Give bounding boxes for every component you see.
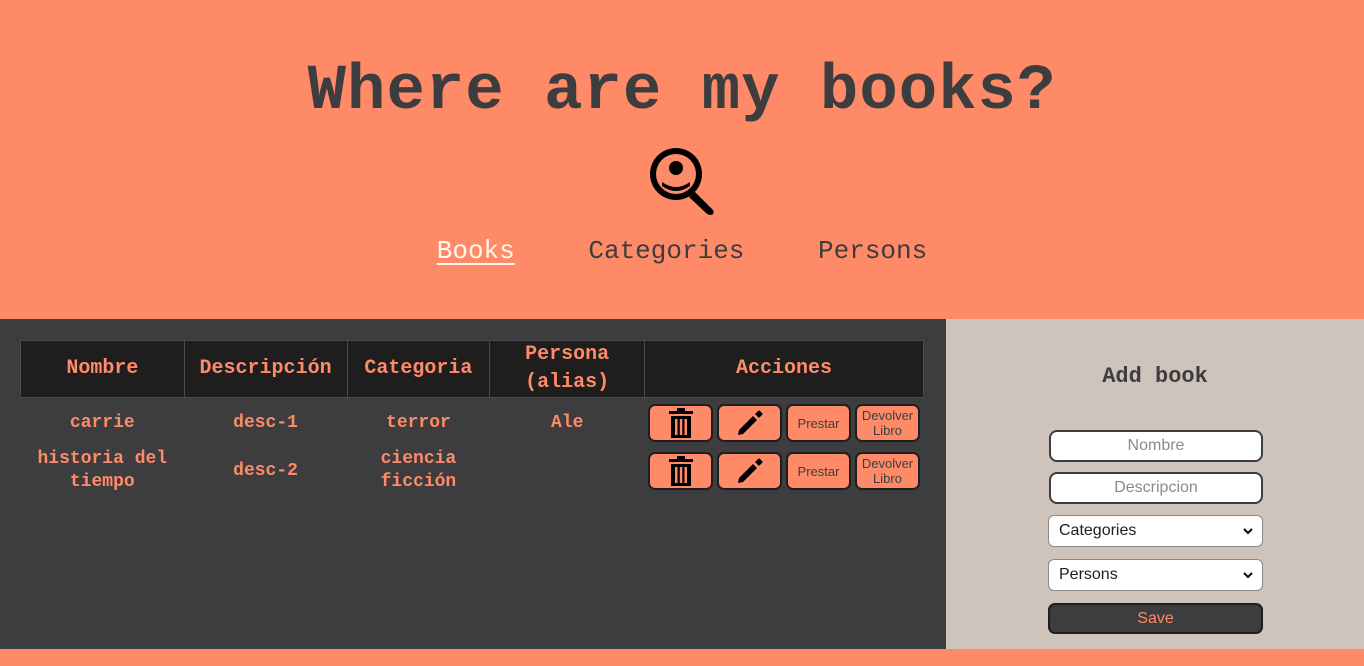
- edit-button[interactable]: [717, 404, 782, 442]
- cell-nombre: carrie: [69, 412, 135, 433]
- pencil-icon: [737, 410, 762, 435]
- pencil-icon: [737, 458, 762, 483]
- persons-select[interactable]: Persons: [1048, 559, 1263, 591]
- delete-button[interactable]: [648, 452, 713, 490]
- lend-button[interactable]: Prestar: [786, 404, 851, 442]
- cell-nombre: historia del tiempo: [37, 449, 168, 492]
- trash-icon: [668, 456, 693, 486]
- table-header-row: Nombre Descripción Categoria Persona (al…: [20, 340, 924, 398]
- cell-acciones: Prestar Devolver Libro: [645, 448, 924, 494]
- trash-icon: [668, 408, 693, 438]
- nav-books[interactable]: Books: [437, 236, 515, 266]
- cell-descripcion: desc-2: [233, 460, 298, 481]
- edit-button[interactable]: [717, 452, 782, 490]
- nav-persons[interactable]: Persons: [818, 236, 927, 266]
- chevron-down-icon: [1243, 528, 1253, 535]
- books-panel: Nombre Descripción Categoria Persona (al…: [0, 319, 946, 649]
- column-header-descripcion: Descripción: [183, 340, 348, 398]
- cell-persona: [490, 448, 645, 494]
- search-person-icon: [650, 148, 714, 215]
- nombre-input[interactable]: [1049, 430, 1263, 462]
- cell-descripcion: desc-1: [233, 412, 298, 433]
- nav-categories[interactable]: Categories: [588, 236, 744, 266]
- delete-button[interactable]: [648, 404, 713, 442]
- descripcion-input[interactable]: [1049, 472, 1263, 504]
- cell-persona: Ale: [550, 412, 584, 433]
- column-header-nombre: Nombre: [20, 340, 185, 398]
- column-header-categoria: Categoria: [346, 340, 491, 398]
- main-nav: Books Categories Persons: [0, 236, 1364, 266]
- header: Where are my books? Books Categories Per…: [0, 0, 1364, 319]
- table-row: carrie desc-1 terror Ale Prestar Devolve…: [21, 398, 924, 449]
- cell-acciones: Prestar Devolver Libro: [645, 398, 924, 449]
- lend-button[interactable]: Prestar: [786, 452, 851, 490]
- return-book-button[interactable]: Devolver Libro: [855, 404, 920, 442]
- save-button[interactable]: Save: [1048, 603, 1263, 634]
- table-row: historia del tiempo desc-2 ciencia ficci…: [21, 448, 924, 494]
- books-table: Nombre Descripción Categoria Persona (al…: [20, 340, 924, 494]
- chevron-down-icon: [1243, 572, 1253, 579]
- return-book-button[interactable]: Devolver Libro: [855, 452, 920, 490]
- cell-categoria: ciencia ficción: [380, 449, 457, 492]
- cell-categoria: terror: [386, 412, 451, 433]
- page-title: Where are my books?: [307, 56, 1057, 128]
- add-book-panel: Add book Categories Persons Save: [946, 319, 1364, 649]
- categories-select[interactable]: Categories: [1048, 515, 1263, 547]
- column-header-acciones: Acciones: [644, 340, 924, 398]
- persons-select-value: Persons: [1059, 566, 1118, 583]
- categories-select-value: Categories: [1059, 522, 1137, 539]
- column-header-persona: Persona (alias): [489, 340, 646, 398]
- add-book-title: Add book: [1102, 364, 1208, 389]
